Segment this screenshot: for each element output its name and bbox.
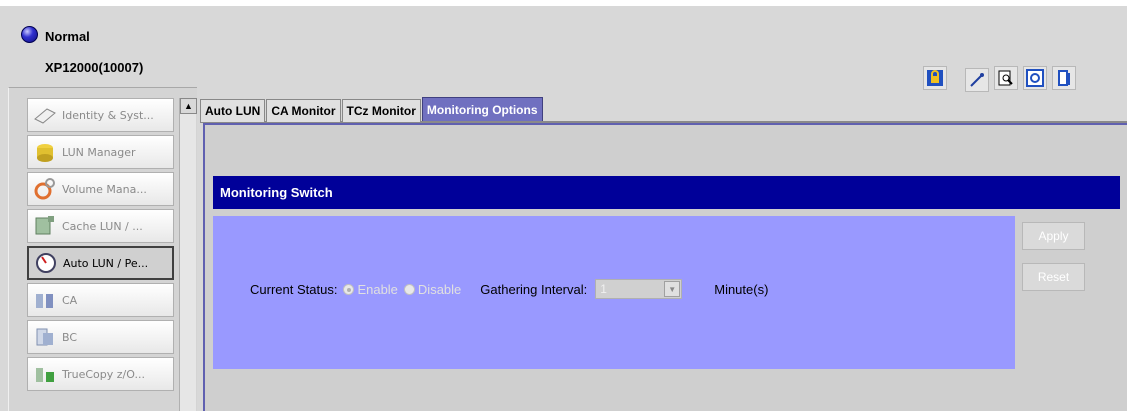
- search-report-icon[interactable]: [994, 66, 1018, 90]
- gathering-interval-value: 1: [600, 282, 607, 296]
- cache-lun-icon: [32, 213, 58, 239]
- monitoring-switch-panel: Current Status: Enable Disable Gathering…: [213, 216, 1015, 369]
- tab-ca-monitor[interactable]: CA Monitor: [266, 99, 341, 122]
- identity-icon: [32, 102, 58, 128]
- tab-bar: Auto LUN CA Monitor TCz Monitor Monitori…: [200, 97, 544, 123]
- gathering-interval-label: Gathering Interval:: [480, 281, 588, 297]
- header-bar: Normal XP12000(10007): [0, 0, 1127, 92]
- enable-radio[interactable]: [343, 283, 355, 295]
- sidebar-item-label: Volume Mana...: [62, 182, 147, 196]
- gathering-interval-select[interactable]: 1 ▼: [595, 279, 683, 299]
- sidebar-item-auto-lun[interactable]: Auto LUN / Pe...: [27, 246, 174, 280]
- current-status-label: Current Status:: [250, 281, 338, 297]
- sidebar-item-label: Auto LUN / Pe...: [63, 256, 149, 270]
- bc-icon: [32, 324, 58, 350]
- disable-label: Disable: [417, 281, 462, 297]
- sidebar-item-cache-lun[interactable]: Cache LUN / ...: [27, 209, 174, 243]
- tab-monitoring-options[interactable]: Monitoring Options: [421, 97, 543, 121]
- sidebar-item-bc[interactable]: BC: [27, 320, 174, 354]
- sidebar: Identity & Syst... LUN Manager Volume Ma…: [8, 87, 197, 411]
- disable-radio[interactable]: [403, 283, 415, 295]
- enable-label: Enable: [357, 281, 398, 297]
- tab-auto-lun[interactable]: Auto LUN: [200, 99, 266, 122]
- tab-panel: Monitoring Switch Current Status: Enable…: [203, 123, 1127, 411]
- sidebar-item-label: Identity & Syst...: [62, 108, 154, 122]
- sidebar-item-label: CA: [62, 293, 78, 307]
- sidebar-item-ca[interactable]: CA: [27, 283, 174, 317]
- apply-button[interactable]: Apply: [1022, 222, 1085, 250]
- ca-icon: [32, 287, 58, 313]
- sidebar-item-identity[interactable]: Identity & Syst...: [27, 98, 174, 132]
- refresh-icon[interactable]: [1023, 66, 1047, 90]
- chevron-down-icon[interactable]: ▼: [664, 281, 681, 297]
- sidebar-item-volume-manager[interactable]: Volume Mana...: [27, 172, 174, 206]
- monitoring-settings-row: Current Status: Enable Disable Gathering…: [250, 279, 768, 299]
- device-label: XP12000(10007): [45, 60, 144, 75]
- scroll-up-arrow-icon[interactable]: ▲: [180, 98, 197, 114]
- sidebar-item-truecopy[interactable]: TrueCopy z/O...: [27, 357, 174, 391]
- sidebar-item-lun-manager[interactable]: LUN Manager: [27, 135, 174, 169]
- sidebar-item-label: BC: [62, 330, 78, 344]
- sidebar-item-label: TrueCopy z/O...: [62, 367, 145, 381]
- sidebar-scrollbar[interactable]: ▲: [179, 98, 197, 411]
- wrench-icon[interactable]: [965, 68, 989, 92]
- section-title-bar: Monitoring Switch: [213, 176, 1120, 209]
- lock-icon[interactable]: [923, 66, 947, 90]
- reset-button[interactable]: Reset: [1022, 263, 1085, 291]
- minutes-unit-label: Minute(s): [714, 281, 769, 297]
- main-content: Auto LUN CA Monitor TCz Monitor Monitori…: [200, 97, 1127, 411]
- tab-tcz-monitor[interactable]: TCz Monitor: [341, 99, 421, 122]
- truecopy-icon: [32, 361, 58, 387]
- auto-lun-icon: [33, 250, 59, 276]
- status-indicator-icon: [21, 26, 38, 43]
- sidebar-item-label: LUN Manager: [62, 145, 136, 159]
- exit-icon[interactable]: [1052, 66, 1076, 90]
- sidebar-item-label: Cache LUN / ...: [62, 219, 143, 233]
- status-label: Normal: [45, 29, 90, 44]
- volume-manager-icon: [32, 176, 58, 202]
- lun-manager-icon: [32, 139, 58, 165]
